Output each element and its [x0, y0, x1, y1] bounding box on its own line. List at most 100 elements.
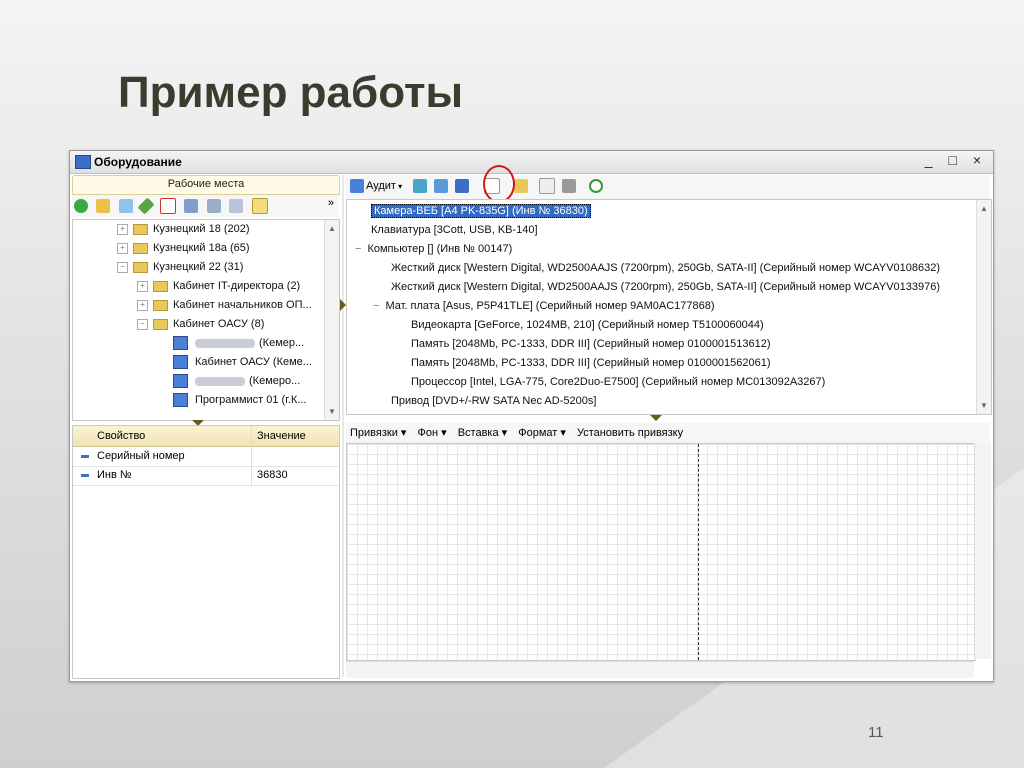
- copy-icon[interactable]: [118, 199, 133, 213]
- menu-bindings[interactable]: Привязки ▾: [350, 427, 406, 439]
- tree-item[interactable]: + Кабинет IT-директора (2): [137, 277, 300, 296]
- page-number: 11: [868, 724, 884, 741]
- tree-item-label: Клавиатура [3Cott, USB, KB-140]: [371, 224, 538, 236]
- canvas-vertical-scrollbar[interactable]: [974, 443, 991, 659]
- editor-menu-bar: Привязки ▾ Фон ▾ Вставка ▾ Формат ▾ Уста…: [346, 423, 990, 443]
- tree-item[interactable]: Процессор [Intel, LGA-775, Core2Duo-E750…: [411, 373, 825, 392]
- add-device-icon[interactable]: [413, 179, 428, 193]
- tree-item[interactable]: + Кузнецкий 18 (202): [117, 220, 250, 239]
- move-device-icon[interactable]: [513, 179, 528, 193]
- tree-item[interactable]: Привод [DVD+/-RW SATA Nec AD-5200s]: [391, 392, 596, 411]
- window-title: Оборудование: [94, 155, 182, 169]
- equipment-tree: Камера-ВЕБ [A4 PK-835G] (Инв № 36830) Кл…: [346, 199, 992, 415]
- expand-icon[interactable]: +: [117, 223, 128, 235]
- tree-item[interactable]: Жесткий диск [Western Digital, WD2500AAJ…: [391, 259, 940, 278]
- folder-icon: [133, 223, 148, 235]
- tree-item[interactable]: − Мат. плата [Asus, P5P41TLE] (Серийный н…: [373, 297, 715, 316]
- audit-button[interactable]: Аудит: [366, 180, 396, 192]
- highlight-circle: [483, 165, 515, 203]
- expand-icon[interactable]: +: [117, 242, 128, 254]
- menu-format[interactable]: Формат ▾: [518, 427, 566, 439]
- canvas-horizontal-scrollbar[interactable]: [346, 661, 974, 678]
- collapse-icon[interactable]: −: [137, 318, 148, 330]
- tree-item-label: Память [2048Mb, PC-1333, DDR III] (Серий…: [411, 357, 771, 369]
- filter-dropdown-icon[interactable]: [206, 199, 221, 213]
- window-titlebar: Оборудование _ □ ×: [70, 151, 993, 174]
- refresh-icon[interactable]: [588, 179, 603, 193]
- properties-table: Свойство Значение Серийный номер Инв № 36…: [72, 425, 340, 679]
- properties-header: Свойство Значение: [73, 426, 339, 447]
- column-property[interactable]: Свойство: [97, 430, 145, 442]
- tree-item[interactable]: Камера-ВЕБ [A4 PK-835G] (Инв № 36830): [371, 202, 591, 221]
- expand-icon[interactable]: +: [137, 280, 148, 292]
- tree-item[interactable]: Кабинет ОАСУ (Кеме...: [173, 353, 312, 372]
- tree-item-label: Кабинет IT-директора (2): [173, 280, 301, 292]
- tree-item[interactable]: Программист 01 (г.К...: [173, 391, 307, 410]
- tree-item[interactable]: − Компьютер [] (Инв № 00147): [355, 240, 512, 259]
- add-folder-icon[interactable]: [96, 199, 111, 213]
- tree-item[interactable]: (Кемер...: [173, 334, 304, 353]
- print-icon[interactable]: [561, 179, 576, 193]
- tree-item-label: (Кемеро...: [249, 375, 301, 387]
- set-binding-button[interactable]: Установить привязку: [577, 427, 683, 439]
- panel-splitter[interactable]: [342, 175, 344, 677]
- device-icon[interactable]: [455, 179, 470, 193]
- add-child-device-icon[interactable]: [434, 179, 449, 193]
- tree-item-label: Кабинет начальников ОП...: [173, 299, 312, 311]
- tree-item-label: Кузнецкий 22 (31): [153, 261, 244, 273]
- slide-title: Пример работы: [118, 68, 464, 117]
- table-row[interactable]: Серийный номер: [73, 447, 339, 467]
- menu-background[interactable]: Фон ▾: [418, 427, 447, 439]
- tree-item[interactable]: Жесткий диск [Western Digital, WD2500AAJ…: [391, 278, 940, 297]
- window-controls: _ □ ×: [925, 152, 987, 168]
- tree-item[interactable]: + Кабинет начальников ОП...: [137, 296, 312, 315]
- folder-icon: [133, 261, 148, 273]
- add-icon[interactable]: [74, 199, 88, 213]
- edit-pencil-icon[interactable]: [137, 197, 155, 215]
- more-commands-button[interactable]: »: [328, 197, 334, 209]
- folder-icon: [153, 299, 168, 311]
- tree-item[interactable]: + Кузнецкий 18а (65): [117, 239, 250, 258]
- clear-filter-icon[interactable]: [229, 199, 244, 213]
- audit-icon[interactable]: [350, 179, 364, 193]
- redacted-name: [195, 376, 245, 386]
- tree-item[interactable]: (Кемеро...: [173, 372, 300, 391]
- tree-item-label: (Кемер...: [259, 337, 305, 349]
- collapse-icon[interactable]: −: [117, 261, 128, 273]
- computer-icon: [173, 374, 188, 389]
- tree-item[interactable]: Память [2048Mb, PC-1333, DDR III] (Серий…: [411, 335, 771, 354]
- redacted-name: [195, 338, 255, 348]
- maximize-button[interactable]: □: [948, 152, 962, 168]
- equipment-toolbar: Аудит ▾: [346, 175, 990, 199]
- equipment-window: Оборудование _ □ × Рабочие места » + Кузн…: [69, 150, 994, 682]
- tree-item-label: Жесткий диск [Western Digital, WD2500AAJ…: [391, 262, 941, 274]
- splitter-arrow-icon[interactable]: [650, 415, 662, 421]
- tree-item-label: Кузнецкий 18 (202): [153, 223, 250, 235]
- table-row[interactable]: Инв № 36830: [73, 466, 339, 486]
- tree-item-label: Компьютер [] (Инв № 00147): [367, 243, 513, 255]
- close-button[interactable]: ×: [973, 152, 987, 168]
- menu-insert[interactable]: Вставка ▾: [458, 427, 507, 439]
- workplaces-panel: Рабочие места » + Кузнецкий 18 (202) + Куз…: [72, 175, 340, 679]
- layout-editor-canvas[interactable]: [346, 443, 976, 661]
- property-icon: [81, 455, 89, 458]
- document-icon[interactable]: [538, 178, 555, 194]
- column-value[interactable]: Значение: [257, 430, 306, 442]
- equipment-tree-scrollbar[interactable]: ▲ ▼: [976, 200, 991, 414]
- minimize-button[interactable]: _: [925, 152, 939, 168]
- tree-item-label: Мат. плата [Asus, P5P41TLE] (Серийный но…: [385, 300, 715, 312]
- tree-item-label: Камера-ВЕБ [A4 PK-835G] (Инв № 36830): [371, 204, 591, 218]
- filter-icon[interactable]: [184, 199, 199, 213]
- tree-item[interactable]: − Кузнецкий 22 (31): [117, 258, 243, 277]
- hierarchy-icon[interactable]: [251, 198, 268, 214]
- delete-icon[interactable]: [159, 198, 176, 214]
- tree-item[interactable]: Видеокарта [GeForce, 1024MB, 210] (Серий…: [411, 316, 764, 335]
- collapse-icon[interactable]: −: [355, 243, 361, 255]
- expand-icon[interactable]: +: [137, 299, 148, 311]
- collapse-icon[interactable]: −: [373, 300, 379, 312]
- tree-item[interactable]: Клавиатура [3Cott, USB, KB-140]: [371, 221, 538, 240]
- tree-scrollbar[interactable]: ▲ ▼: [324, 220, 339, 420]
- tree-item-label: Кузнецкий 18а (65): [153, 242, 250, 254]
- tree-item[interactable]: Память [2048Mb, PC-1333, DDR III] (Серий…: [411, 354, 771, 373]
- tree-item[interactable]: − Кабинет ОАСУ (8): [137, 315, 264, 334]
